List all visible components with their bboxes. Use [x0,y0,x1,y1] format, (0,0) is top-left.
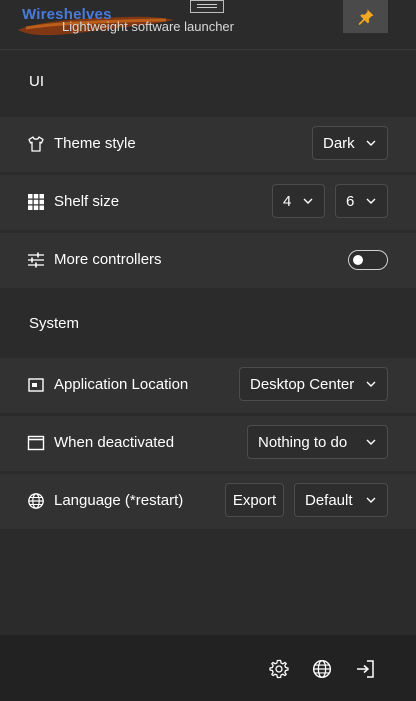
shelf-columns-select[interactable]: 4 [272,184,325,218]
footer-toolbar [0,635,416,701]
theme-style-label: Theme style [54,135,136,152]
chevron-down-icon [366,381,376,387]
globe-icon[interactable] [311,658,333,680]
language-select[interactable]: Default [294,483,388,517]
chevron-down-icon [366,140,376,146]
pin-icon [358,9,373,25]
when-deactivated-value: Nothing to do [258,433,348,451]
chevron-down-icon [366,198,376,204]
when-deactivated-select[interactable]: Nothing to do [247,425,388,459]
theme-style-select[interactable]: Dark [312,126,388,160]
shelf-columns-value: 4 [283,192,292,210]
chevron-down-icon [303,198,313,204]
window-pos-icon [26,375,46,395]
app-location-value: Desktop Center [250,375,355,393]
toggle-knob [353,255,363,265]
grid-icon [26,192,46,212]
shelf-size-label: Shelf size [54,193,120,210]
chevron-down-icon [366,439,376,445]
app-location-select[interactable]: Desktop Center [239,367,388,401]
section-title-system: System [29,315,80,332]
setting-row-language: Language (*restart) Export Default [0,474,416,529]
section-title-ui: UI [29,73,44,90]
setting-row-more-controllers: More controllers [0,233,416,288]
drag-handle[interactable] [190,0,224,13]
exit-icon[interactable] [354,658,376,680]
section-header-ui: UI [0,50,416,112]
setting-row-when-deactivated: When deactivated Nothing to do [0,416,416,471]
setting-row-shelf-size: Shelf size 4 6 [0,175,416,230]
when-deactivated-label: When deactivated [54,434,175,451]
app-subtitle: Lightweight software launcher [62,19,234,34]
pin-button[interactable] [343,0,388,33]
more-controllers-label: More controllers [54,251,162,268]
shelf-rows-select[interactable]: 6 [335,184,388,218]
chevron-down-icon [366,497,376,503]
export-button[interactable]: Export [225,483,284,517]
theme-style-value: Dark [323,134,355,152]
app-location-label: Application Location [54,376,189,393]
language-label: Language (*restart) [54,492,184,509]
language-value: Default [305,491,353,509]
globe-icon [26,491,46,511]
title-bar: Wireshelves Lightweight software launche… [0,0,416,46]
section-header-system: System [0,292,416,354]
sliders-icon [26,250,46,270]
settings-icon[interactable] [268,658,290,680]
window-icon [26,433,46,453]
setting-row-app-location: Application Location Desktop Center [0,358,416,413]
shirt-icon [26,134,46,154]
more-controllers-toggle[interactable] [348,250,388,270]
setting-row-theme: Theme style Dark [0,117,416,172]
shelf-rows-value: 6 [346,192,355,210]
